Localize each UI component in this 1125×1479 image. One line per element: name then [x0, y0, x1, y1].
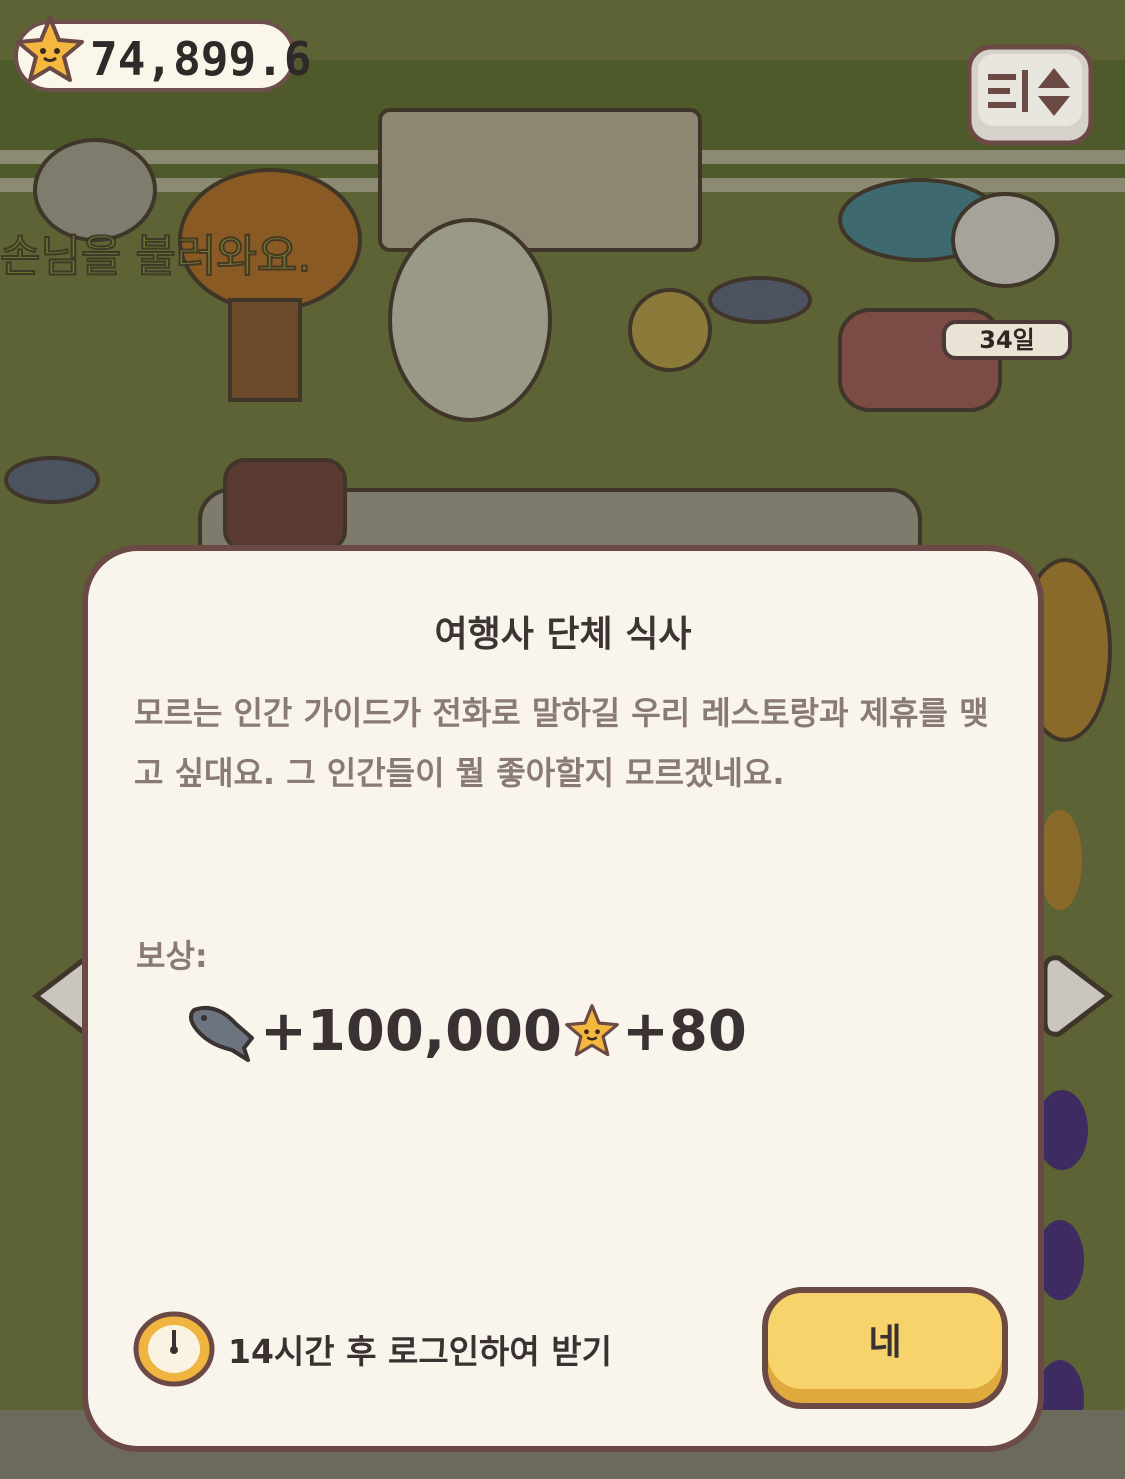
star-icon [565, 1004, 619, 1057]
next-arrow-button[interactable] [1035, 950, 1125, 1042]
timer-text: 14시간 후 로그인하여 받기 [228, 1332, 612, 1371]
confirm-button-label: 네 [868, 1322, 902, 1363]
currency-value: 74,899.6 [90, 32, 312, 86]
fish-icon [189, 1005, 254, 1062]
currency-counter: 74,899.6 [14, 16, 312, 92]
scene-banner-text: 손님을 불러와요. [0, 230, 312, 283]
clock-icon [133, 1311, 215, 1387]
sort-toggle-button[interactable] [966, 44, 1094, 146]
timer-row: 14시간 후 로그인하여 받기 [132, 1309, 612, 1389]
list-icon [988, 70, 1028, 112]
dialog-description: 모르는 인간 가이드가 전화로 말하길 우리 레스토랑과 제휴를 맺고 싶대요.… [134, 694, 989, 792]
confirm-button[interactable]: 네 [762, 1287, 1008, 1409]
star-reward-amount: +80 [621, 998, 747, 1064]
day-badge: 34일 [942, 320, 1072, 360]
dialog-title: 여행사 단체 식사 [434, 614, 692, 655]
reward-label: 보상: [136, 937, 208, 975]
star-icon [16, 16, 84, 82]
fish-reward-amount: +100,000 [260, 998, 562, 1064]
event-dialog: 여행사 단체 식사 모르는 인간 가이드가 전화로 말하길 우리 레스토랑과 제… [82, 545, 1044, 1452]
reward-row: +100,000 +80 [186, 991, 747, 1071]
